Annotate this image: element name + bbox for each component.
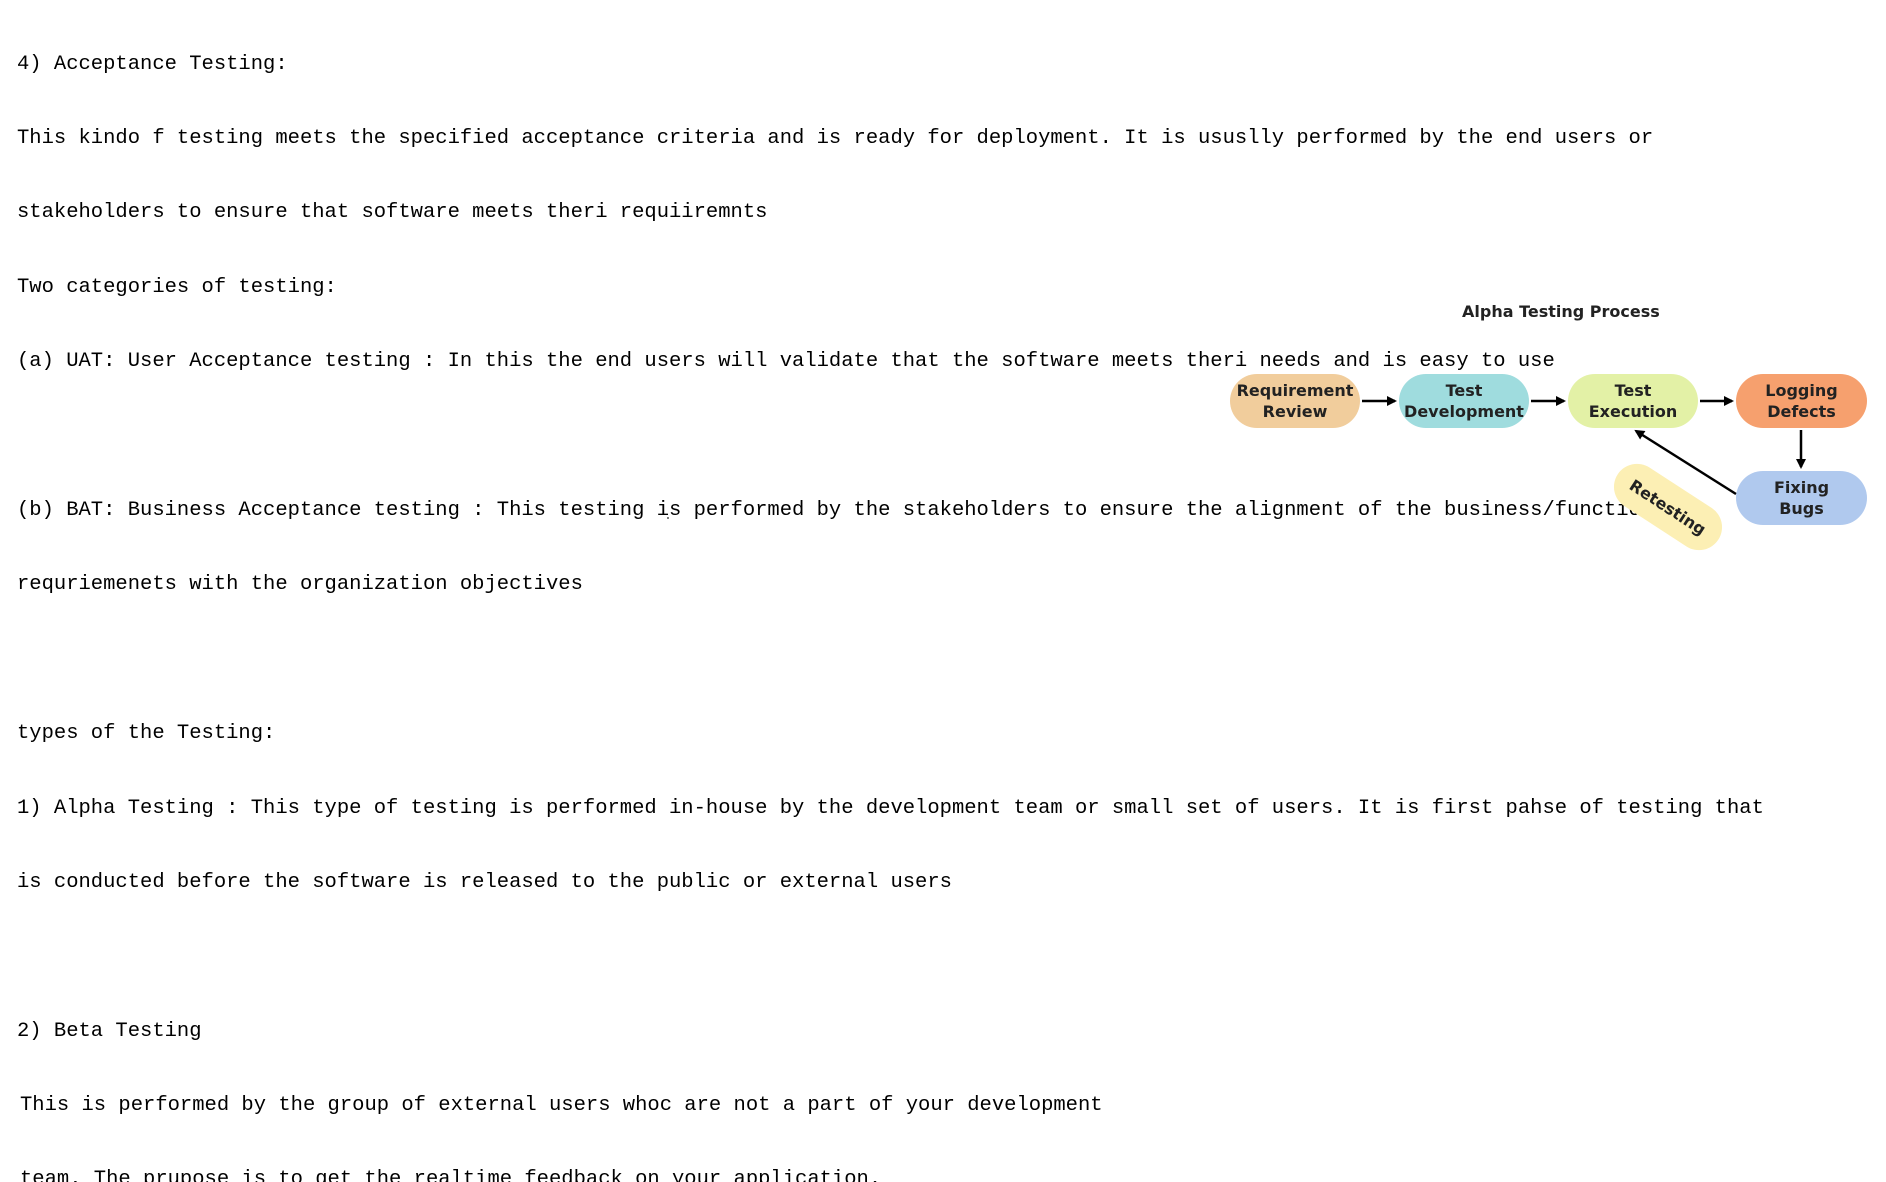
node-label: Requirement Review: [1236, 381, 1354, 421]
text-line: requriemenets with the organization obje…: [17, 573, 583, 597]
text-line: This kindo f testing meets the specified…: [17, 126, 1654, 150]
document-body: 4) Acceptance Testing: This kindo f test…: [17, 3, 1764, 1182]
node-requirement-review: Requirement Review: [1230, 374, 1360, 428]
node-label: Fixing Bugs: [1773, 478, 1830, 518]
text-line: team. The prupose is to get the realtime…: [20, 1168, 882, 1182]
section-heading-types-of-testing: types of the Testing:: [17, 722, 276, 746]
alpha-testing-process-diagram: Alpha Testing Process Requirement Review…: [1225, 296, 1885, 559]
section-heading-acceptance-testing: 4) Acceptance Testing:: [17, 52, 288, 76]
text-line: stakeholders to ensure that software mee…: [17, 201, 768, 225]
node-fixing-bugs: Fixing Bugs: [1736, 471, 1867, 525]
node-test-execution: Test Execution: [1568, 374, 1698, 428]
node-label: Test Development: [1404, 381, 1524, 421]
node-logging-defects: Logging Defects: [1736, 374, 1867, 428]
node-label: Logging Defects: [1765, 381, 1838, 421]
text-line: is conducted before the software is rele…: [17, 870, 952, 894]
text-line: This is performed by the group of extern…: [20, 1094, 1103, 1118]
node-label: Test Execution: [1588, 381, 1678, 421]
section-heading-beta-testing: 2) Beta Testing: [17, 1019, 202, 1043]
text-line-alpha-testing: 1) Alpha Testing : This type of testing …: [17, 796, 1764, 820]
stray-dot: [667, 517, 669, 519]
node-test-development: Test Development: [1399, 374, 1529, 428]
